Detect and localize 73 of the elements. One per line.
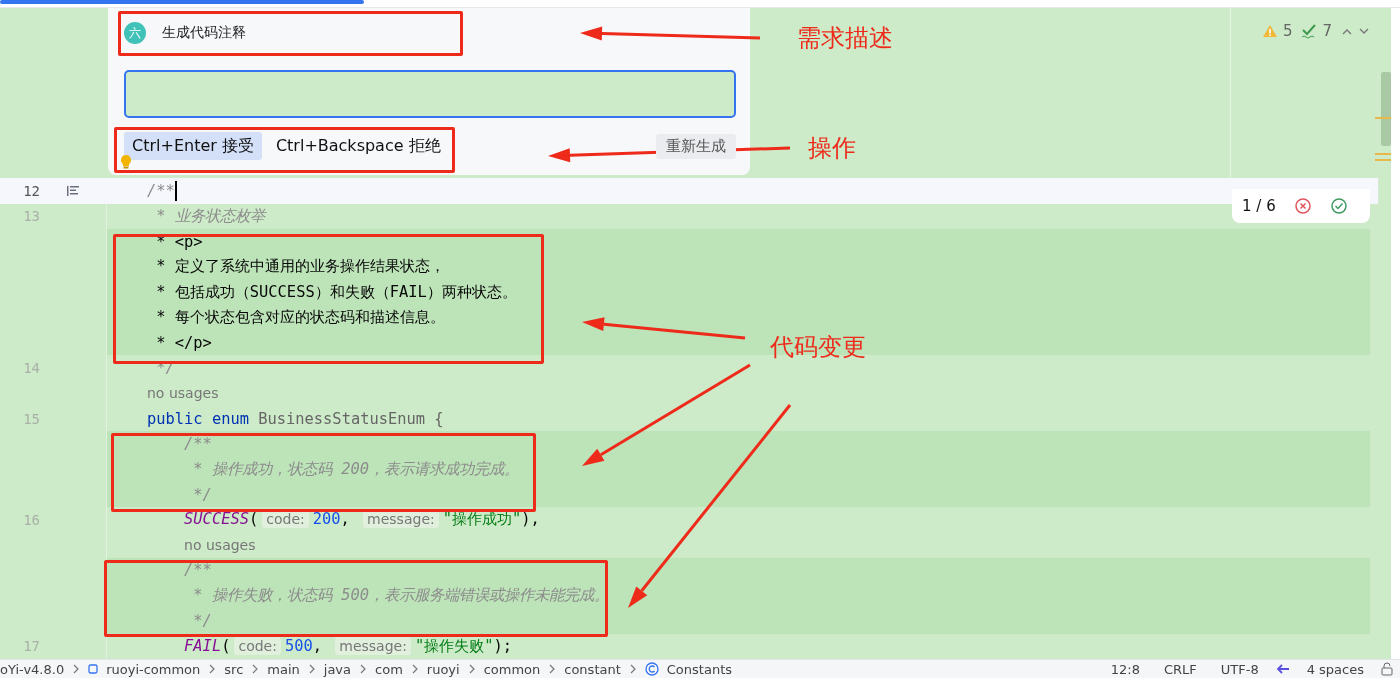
breadcrumb[interactable]: src bbox=[224, 661, 244, 677]
avatar-badge: 六 bbox=[124, 22, 146, 44]
code-line: * 定义了系统中通用的业务操作结果状态， bbox=[155, 256, 445, 278]
lock-icon bbox=[1380, 662, 1394, 676]
line-number: 13 bbox=[22, 208, 40, 225]
breadcrumb[interactable]: ruoyi-common bbox=[106, 661, 201, 677]
code-line: * 操作成功，状态码 200，表示请求成功完成。 bbox=[192, 458, 519, 480]
line-number: 16 bbox=[22, 511, 40, 528]
chevron-right-icon bbox=[208, 664, 217, 674]
breadcrumb[interactable]: common bbox=[483, 661, 541, 677]
marker-stripe bbox=[1375, 153, 1391, 155]
status-item[interactable]: 4 spaces bbox=[1306, 661, 1364, 677]
lightbulb-icon bbox=[120, 154, 132, 169]
marker-stripe bbox=[1375, 117, 1391, 119]
chevron-right-icon bbox=[359, 664, 368, 674]
code-line: /** bbox=[147, 182, 175, 200]
status-item[interactable]: 12:8 bbox=[1110, 661, 1140, 677]
code-line: * 每个状态包含对应的状态码和描述信息。 bbox=[155, 307, 445, 328]
chevron-right-icon bbox=[251, 664, 260, 674]
code-line: */ bbox=[192, 612, 212, 631]
code-line: * 业务状态枚举 bbox=[155, 205, 265, 227]
reject-button[interactable]: Ctrl+Backspace 拒绝 bbox=[267, 132, 449, 160]
warning-count: 5 bbox=[1282, 22, 1293, 40]
align-left-icon bbox=[66, 185, 80, 197]
line-number: 15 bbox=[22, 410, 40, 427]
chevron-right-icon bbox=[72, 664, 81, 674]
annotation-label: 操作 bbox=[808, 134, 856, 163]
code-line: */ bbox=[192, 485, 212, 504]
accept-button[interactable]: Ctrl+Enter 接受 bbox=[124, 132, 262, 160]
code-line: SUCCESS( code: 200, message: "操作成功"), bbox=[183, 509, 540, 531]
breadcrumb[interactable]: java bbox=[323, 661, 352, 677]
line-number: 17 bbox=[22, 638, 40, 655]
accept-icon bbox=[1329, 197, 1348, 215]
diff-counter: 1 / 6 bbox=[1242, 197, 1276, 215]
code-line: FAIL( code: 500, message: "操作失败"); bbox=[183, 635, 512, 657]
code-line: public enum BusinessStatusEnum { bbox=[147, 409, 444, 428]
status-item[interactable]: CRLF bbox=[1163, 661, 1197, 677]
code-line: /** bbox=[183, 561, 212, 580]
module-icon bbox=[88, 664, 99, 674]
code-line: * 包括成功（SUCCESS）和失败（FAIL）两种状态。 bbox=[155, 281, 517, 303]
regenerate-button[interactable]: 重新生成 bbox=[656, 133, 736, 159]
check-count: 7 bbox=[1322, 22, 1332, 40]
warning-icon bbox=[1261, 24, 1278, 38]
breadcrumb[interactable]: com bbox=[375, 661, 403, 677]
reject-icon bbox=[1293, 197, 1312, 215]
status-item[interactable]: UTF-8 bbox=[1220, 661, 1259, 677]
usage-hint: no usages bbox=[147, 384, 219, 403]
indent-icon bbox=[1274, 663, 1291, 675]
prompt-title: 生成代码注释 bbox=[162, 24, 246, 42]
chevron-right-icon bbox=[467, 664, 476, 674]
chevron-right-icon bbox=[410, 664, 419, 674]
chevron-right-icon bbox=[628, 664, 637, 674]
code-line: * 操作失败，状态码 500，表示服务端错误或操作未能完成。 bbox=[192, 585, 609, 607]
breadcrumb[interactable]: ruoyi bbox=[426, 661, 460, 677]
breadcrumb[interactable]: Constants bbox=[666, 661, 732, 677]
breadcrumb[interactable]: constant bbox=[564, 661, 621, 677]
check-icon bbox=[1301, 23, 1318, 39]
annotation-label: 需求描述 bbox=[797, 24, 893, 53]
line-number: 14 bbox=[22, 360, 40, 377]
class-icon bbox=[644, 662, 659, 676]
usage-hint: no usages bbox=[183, 536, 256, 555]
marker-stripe bbox=[1375, 159, 1391, 161]
chevron-right-icon bbox=[548, 664, 557, 674]
breadcrumb[interactable]: oYi-v4.8.0 bbox=[0, 661, 65, 677]
code-line: /** bbox=[183, 434, 212, 453]
line-number: 12 bbox=[22, 183, 40, 199]
chevron-right-icon bbox=[307, 664, 316, 674]
annotation-label: 代码变更 bbox=[770, 333, 866, 362]
code-line: * </p> bbox=[155, 333, 212, 352]
chevron-down-icon bbox=[1358, 26, 1370, 36]
breadcrumb[interactable]: main bbox=[267, 661, 300, 677]
scrollbar-thumb[interactable] bbox=[1381, 72, 1391, 146]
prompt-input[interactable] bbox=[124, 70, 736, 118]
